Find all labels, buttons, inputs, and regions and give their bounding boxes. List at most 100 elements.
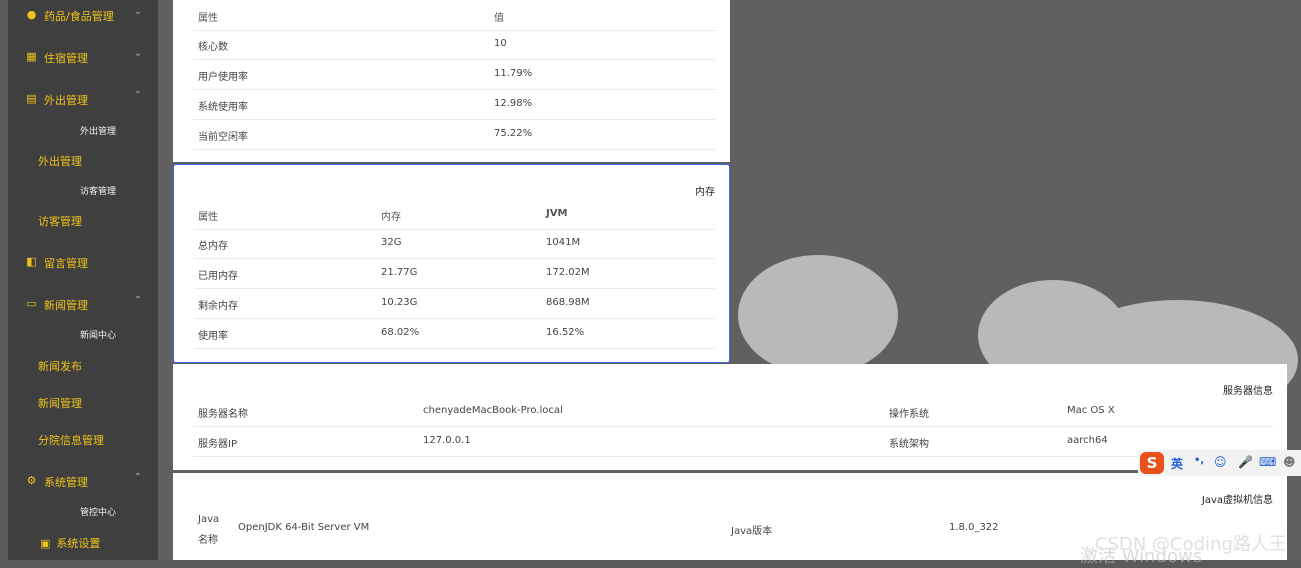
user-center-icon[interactable]: ☻ [1283, 455, 1296, 469]
sidebar-item-outing[interactable]: ▤ 外出管理 ⌃ [8, 84, 158, 114]
cell: 服务器名称 [198, 409, 248, 420]
cell: Mac OS X [1067, 405, 1115, 416]
cell: 剩余内存 [198, 301, 238, 312]
submenu-item-news-manage[interactable]: 新闻管理 [38, 395, 82, 411]
cell: 用户使用率 [198, 72, 248, 83]
emoji-icon[interactable]: ☺ [1214, 455, 1227, 469]
table-header: 属性 内存 JVM [194, 199, 715, 230]
cell: 10.23G [381, 297, 418, 308]
cell: 核心数 [198, 42, 228, 53]
cell: 操作系统 [889, 409, 929, 420]
csdn-watermark: CSDN @Coding路人王 [1095, 534, 1287, 555]
cell: 当前空闲率 [198, 132, 248, 143]
grid-icon: ▦ [26, 50, 37, 63]
chevron-up-icon: ⌃ [133, 90, 142, 101]
sidebar-item-news[interactable]: ▭ 新闻管理 ⌃ [8, 289, 158, 319]
table-row: 服务器IP 127.0.0.1 系统架构 aarch64 [193, 426, 1273, 457]
table-row: 剩余内存 10.23G 868.98M [194, 288, 715, 319]
sidebar-item-label: 住宿管理 [44, 52, 88, 65]
sidebar-item-label: 药品/食品管理 [44, 10, 114, 23]
cell: 使用率 [198, 331, 228, 342]
gear-icon: ⚙ [26, 474, 37, 487]
sidebar-item-message[interactable]: ◧ 留言管理 [8, 247, 158, 277]
table-row: 已用内存 21.77G 172.02M [194, 258, 715, 289]
submenu-item-branch-info[interactable]: 分院信息管理 [38, 432, 104, 448]
column-header: 属性 [198, 13, 218, 24]
cell: 172.02M [546, 267, 590, 278]
memory-card: 内存 属性 内存 JVM 总内存 32G 1041M 已用内存 21.77G 1… [173, 164, 730, 363]
submenu-item-system-settings[interactable]: ▣ 系统设置 [40, 535, 100, 551]
cell: chenyadeMacBook-Pro.local [423, 405, 563, 416]
chevron-up-icon: ⌃ [133, 472, 142, 483]
sidebar-item-label: 留言管理 [44, 257, 88, 270]
microphone-icon[interactable]: 🎤 [1238, 455, 1253, 469]
cell: 1041M [546, 237, 581, 248]
news-icon: ▭ [26, 297, 37, 310]
cell: 1.8.0_322 [949, 522, 999, 533]
sidebar-item-label: 系统管理 [44, 476, 88, 489]
card-title: 内存 [695, 187, 715, 198]
cpu-card: 属性 值 核心数 10 用户使用率 11.79% 系统使用率 12.98% 当前… [173, 0, 730, 162]
note-icon: ◧ [26, 255, 37, 268]
column-header: 值 [494, 13, 504, 24]
sogou-logo-icon: S [1140, 452, 1164, 474]
chevron-up-icon: ⌃ [133, 295, 142, 306]
table-row: 当前空闲率 75.22% [193, 119, 716, 150]
cell: 已用内存 [198, 271, 238, 282]
keyboard-icon[interactable]: ⌨ [1259, 455, 1276, 469]
background-cloud [738, 255, 898, 375]
table-header: 属性 值 [193, 0, 716, 31]
ime-toolbar[interactable]: S 英 •, ☺ 🎤 ⌨ ☻ [1138, 450, 1301, 476]
settings-icon: ▣ [40, 537, 51, 550]
cell: 服务器IP [198, 439, 237, 450]
cell: 11.79% [494, 68, 533, 79]
card-title: 服务器信息 [1223, 386, 1273, 397]
table-row: 系统使用率 12.98% [193, 89, 716, 120]
submenu-item-label: 系统设置 [56, 537, 101, 550]
cell: Java版本 [731, 526, 773, 537]
submenu-item-visitor[interactable]: 访客管理 [80, 184, 116, 197]
cell: aarch64 [1067, 435, 1108, 446]
cell: 16.52% [546, 327, 585, 338]
cell: 名称 [198, 535, 218, 546]
sidebar-item-system[interactable]: ⚙ 系统管理 ⌃ [8, 466, 158, 496]
cell: 总内存 [198, 241, 228, 252]
cell: 系统使用率 [198, 102, 248, 113]
table-row: 总内存 32G 1041M [194, 228, 715, 259]
user-icon: ● [26, 8, 37, 21]
sidebar-item-lodging[interactable]: ▦ 住宿管理 ⌄ [8, 42, 158, 72]
table-row: 用户使用率 11.79% [193, 59, 716, 90]
submenu-item-news-center[interactable]: 新闻中心 [80, 328, 116, 341]
sidebar-item-label: 新闻管理 [44, 299, 88, 312]
submenu-item-outing[interactable]: 外出管理 [80, 124, 116, 137]
sidebar-item-medicine[interactable]: ● 药品/食品管理 ⌄ [8, 0, 158, 30]
ime-language[interactable]: 英 [1171, 455, 1183, 472]
cell: Java [198, 514, 220, 525]
cell: 系统架构 [889, 439, 929, 450]
cell: 12.98% [494, 98, 533, 109]
submenu-item-news-publish[interactable]: 新闻发布 [38, 358, 82, 374]
submenu-item-outing-mid[interactable]: 外出管理 [38, 153, 82, 169]
sidebar: ● 药品/食品管理 ⌄ ▦ 住宿管理 ⌄ ▤ 外出管理 ⌃ 外出管理 外出管理 … [8, 0, 158, 560]
ime-punctuation[interactable]: •, [1194, 455, 1204, 466]
server-info-card: 服务器信息 服务器名称 chenyadeMacBook-Pro.local 操作… [173, 364, 1287, 470]
cell: 127.0.0.1 [423, 435, 471, 446]
table-row: 核心数 10 [193, 29, 716, 60]
cell: 10 [494, 38, 507, 49]
submenu-item-control-center[interactable]: 管控中心 [80, 505, 116, 518]
cell: 32G [381, 237, 402, 248]
cell: OpenJDK 64-Bit Server VM [238, 522, 370, 533]
cell: 75.22% [494, 128, 533, 139]
chevron-down-icon: ⌄ [133, 6, 142, 17]
submenu-item-visitor-mid[interactable]: 访客管理 [38, 213, 82, 229]
doc-icon: ▤ [26, 92, 37, 105]
cell: 21.77G [381, 267, 418, 278]
column-header: JVM [546, 208, 568, 219]
table-row: 使用率 68.02% 16.52% [194, 318, 715, 349]
sidebar-item-label: 外出管理 [44, 94, 88, 107]
table-row: 服务器名称 chenyadeMacBook-Pro.local 操作系统 Mac… [193, 396, 1273, 427]
column-header: 内存 [381, 212, 401, 223]
cell: 868.98M [546, 297, 590, 308]
chevron-down-icon: ⌄ [133, 48, 142, 59]
cell: 68.02% [381, 327, 420, 338]
